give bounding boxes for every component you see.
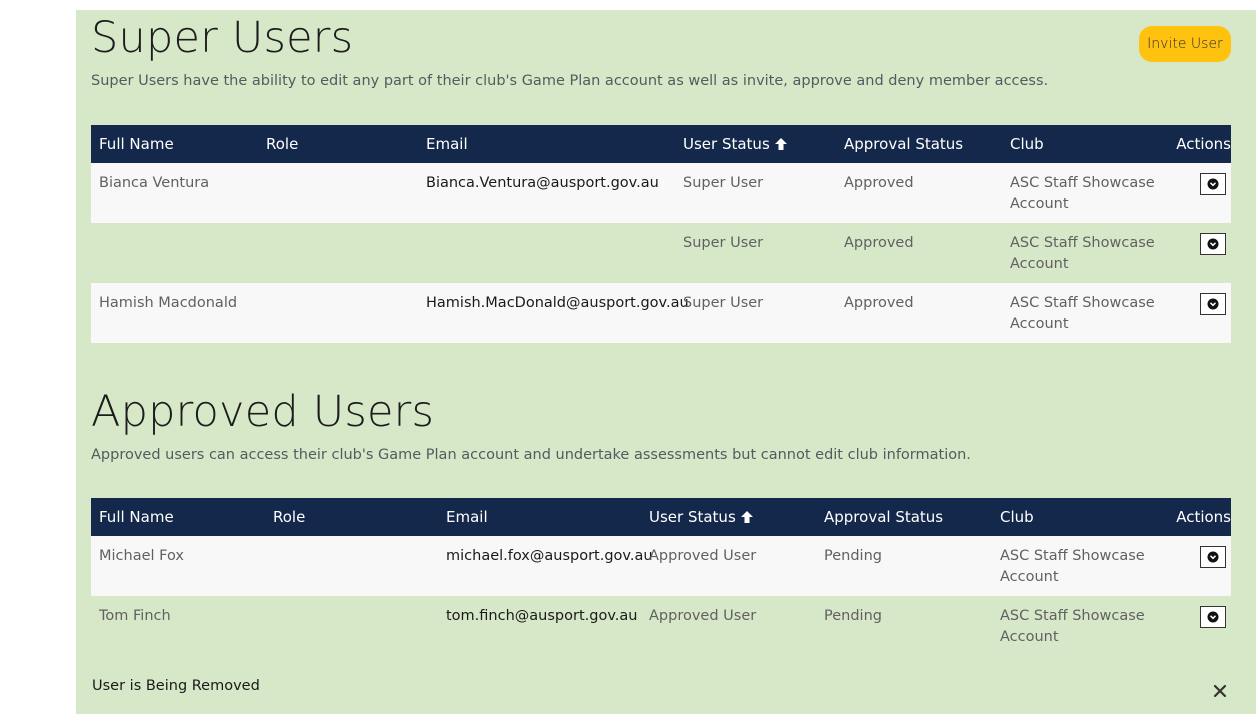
super-users-table: Full Name Role Email User Status Approva… [91,125,1231,343]
approval-status-cell: Approved [844,235,914,251]
row-actions-button[interactable] [1200,606,1226,628]
column-role[interactable]: Role [273,498,305,536]
approved-users-table: Full Name Role Email User Status Approva… [91,498,1231,656]
column-actions: Actions [1176,135,1231,153]
column-club[interactable]: Club [1000,498,1034,536]
approval-status-cell: Pending [824,548,882,564]
column-full-name[interactable]: Full Name [99,498,174,536]
column-user-status[interactable]: User Status [649,498,754,536]
arrow-up-icon [774,137,787,150]
user-status-cell: Approved User [649,608,757,624]
close-icon[interactable] [1212,683,1228,699]
email-cell: Hamish.MacDonald@ausport.gov.au [426,295,689,311]
club-cell: ASC Staff Showcase Account [1000,548,1145,585]
column-email[interactable]: Email [446,498,488,536]
table-row: Hamish Macdonald Hamish.MacDonald@auspor… [91,283,1231,343]
column-role[interactable]: Role [266,125,298,163]
invite-user-button[interactable]: Invite User [1139,26,1231,62]
column-full-name[interactable]: Full Name [99,125,174,163]
club-cell: ASC Staff Showcase Account [1000,608,1145,645]
row-actions-button[interactable] [1200,233,1226,255]
removal-notification-message: User is Being Removed [92,678,260,694]
chevron-down-circle-icon [1207,178,1219,190]
chevron-down-circle-icon [1207,238,1219,250]
column-approval-status[interactable]: Approval Status [844,125,963,163]
column-club[interactable]: Club [1010,125,1044,163]
user-status-cell: Super User [683,295,764,311]
approval-status-cell: Approved [844,175,914,191]
user-status-cell: Approved User [649,548,757,564]
user-status-cell: Super User [683,175,764,191]
column-email[interactable]: Email [426,125,468,163]
email-cell: tom.finch@ausport.gov.au [446,608,638,624]
table-header: Full Name Role Email User Status Approva… [91,125,1231,163]
user-status-cell: Super User [683,235,764,251]
approval-status-cell: Approved [844,295,914,311]
full-name-cell: Bianca Ventura [99,175,210,191]
full-name-cell: Michael Fox [99,548,184,564]
table-row: Bianca Ventura Bianca.Ventura@ausport.go… [91,163,1231,223]
club-cell: ASC Staff Showcase Account [1010,175,1155,212]
email-cell: Bianca.Ventura@ausport.gov.au [426,175,659,191]
row-actions-button[interactable] [1200,546,1226,568]
row-actions-button[interactable] [1200,293,1226,315]
column-actions: Actions [1176,508,1231,526]
chevron-down-circle-icon [1207,551,1219,563]
email-cell: michael.fox@ausport.gov.au [446,548,653,564]
column-user-status-label: User Status [683,135,770,153]
arrow-up-icon [740,510,753,523]
super-users-title: Super Users [91,13,354,63]
table-row: Michael Fox michael.fox@ausport.gov.au A… [91,536,1231,596]
full-name-cell: Tom Finch [99,608,171,624]
full-name-cell: Hamish Macdonald [99,295,238,311]
club-cell: ASC Staff Showcase Account [1010,295,1155,332]
column-approval-status[interactable]: Approval Status [824,498,943,536]
approval-status-cell: Pending [824,608,882,624]
chevron-down-circle-icon [1207,611,1219,623]
approved-users-description: Approved users can access their club's G… [91,447,971,463]
approved-users-title: Approved Users [91,387,435,437]
column-user-status-label: User Status [649,508,736,526]
chevron-down-circle-icon [1207,298,1219,310]
table-row: Super User Approved ASC Staff Showcase A… [91,223,1231,283]
users-panel: Super Users Invite User Super Users have… [76,10,1256,714]
club-cell: ASC Staff Showcase Account [1010,235,1155,272]
row-actions-button[interactable] [1200,173,1226,195]
table-row: Tom Finch tom.finch@ausport.gov.au Appro… [91,596,1231,656]
super-users-description: Super Users have the ability to edit any… [91,73,1049,89]
table-header: Full Name Role Email User Status Approva… [91,498,1231,536]
column-user-status[interactable]: User Status [683,125,788,163]
